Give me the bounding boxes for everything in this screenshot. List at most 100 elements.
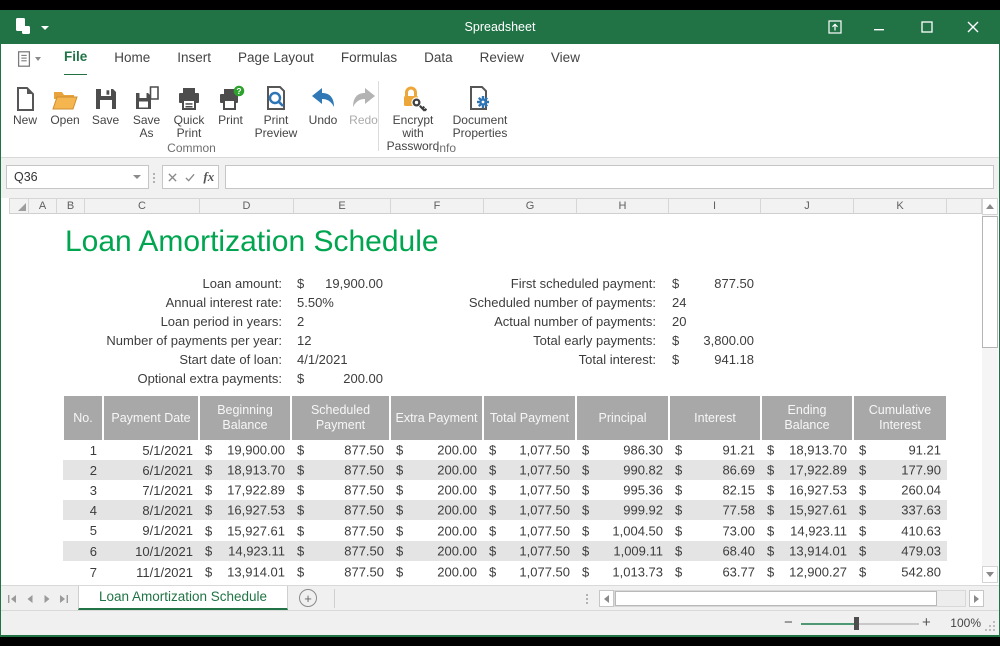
zoom-slider-thumb[interactable] xyxy=(854,617,859,630)
column-header-j[interactable]: J xyxy=(761,198,854,214)
tab-insert[interactable]: Insert xyxy=(177,44,211,75)
cell-beginning-balance[interactable]: $19,900.00 xyxy=(199,440,291,460)
maximize-button[interactable] xyxy=(907,10,947,44)
cell-payment-date[interactable]: 11/1/2021 xyxy=(103,561,199,583)
previous-sheet-button[interactable] xyxy=(21,586,38,611)
info-value-left-1[interactable]: 5.50% xyxy=(294,293,383,312)
formula-bar-splitter[interactable] xyxy=(153,173,155,183)
resize-grip[interactable] xyxy=(985,621,995,631)
cell-cumulative-interest[interactable]: $91.21 xyxy=(853,440,947,460)
cell-payment-date[interactable]: 10/1/2021 xyxy=(103,541,199,561)
new-button[interactable]: New xyxy=(5,79,45,140)
print-button[interactable]: ?Print xyxy=(211,79,250,140)
cell-payment-date[interactable]: 5/1/2021 xyxy=(103,440,199,460)
info-value-right-1[interactable]: 24 xyxy=(669,293,754,312)
undo-button[interactable]: Undo xyxy=(302,79,344,140)
info-label-left-0[interactable]: Loan amount: xyxy=(31,274,282,293)
info-value-left-5[interactable]: $200.00 xyxy=(294,369,383,388)
cell-principal[interactable]: $1,013.73 xyxy=(576,561,669,583)
cell-no[interactable]: 3 xyxy=(63,480,103,500)
horizontal-scroll-thumb[interactable] xyxy=(615,591,937,606)
cell-scheduled-payment[interactable]: $877.50 xyxy=(291,520,390,541)
cell-extra-payment[interactable]: $200.00 xyxy=(390,480,483,500)
cell-no[interactable]: 1 xyxy=(63,440,103,460)
cell-ending-balance[interactable]: $15,927.61 xyxy=(761,500,853,520)
cell-no[interactable]: 5 xyxy=(63,520,103,541)
info-label-right-3[interactable]: Total early payments: xyxy=(441,331,656,350)
info-value-right-4[interactable]: $941.18 xyxy=(669,350,754,369)
scroll-up-button[interactable] xyxy=(982,198,998,215)
info-value-left-4[interactable]: 4/1/2021 xyxy=(294,350,383,369)
tab-page-layout[interactable]: Page Layout xyxy=(238,44,314,75)
save-as-button[interactable]: Save As xyxy=(126,79,167,140)
cell-ending-balance[interactable]: $18,913.70 xyxy=(761,440,853,460)
tab-formulas[interactable]: Formulas xyxy=(341,44,397,75)
info-value-left-0[interactable]: $19,900.00 xyxy=(294,274,383,293)
cancel-entry-button[interactable] xyxy=(163,166,181,188)
cell-cumulative-interest[interactable]: $177.90 xyxy=(853,460,947,480)
cell-scheduled-payment[interactable]: $877.50 xyxy=(291,440,390,460)
horizontal-scrollbar[interactable] xyxy=(614,590,966,607)
column-header-partial[interactable] xyxy=(947,198,982,214)
tab-home[interactable]: Home xyxy=(114,44,150,75)
info-value-left-2[interactable]: 2 xyxy=(294,312,383,331)
info-label-right-0[interactable]: First scheduled payment: xyxy=(441,274,656,293)
cell-payment-date[interactable]: 8/1/2021 xyxy=(103,500,199,520)
cell-interest[interactable]: $68.40 xyxy=(669,541,761,561)
cell-extra-payment[interactable]: $200.00 xyxy=(390,520,483,541)
cell-scheduled-payment[interactable]: $877.50 xyxy=(291,500,390,520)
open-button[interactable]: Open xyxy=(45,79,85,140)
quick-access-menu-button[interactable] xyxy=(15,48,43,70)
cell-no[interactable]: 4 xyxy=(63,500,103,520)
cell-principal[interactable]: $986.30 xyxy=(576,440,669,460)
zoom-in-button[interactable]: + xyxy=(922,611,931,636)
cell-total-payment[interactable]: $1,077.50 xyxy=(483,500,576,520)
insert-function-button[interactable]: fx xyxy=(200,166,218,188)
chevron-down-icon[interactable] xyxy=(133,175,141,179)
print-preview-button[interactable]: Print Preview xyxy=(250,79,302,140)
cell-interest[interactable]: $73.00 xyxy=(669,520,761,541)
column-header-k[interactable]: K xyxy=(854,198,947,214)
info-value-right-3[interactable]: $3,800.00 xyxy=(669,331,754,350)
cell-ending-balance[interactable]: $14,923.11 xyxy=(761,520,853,541)
tab-data[interactable]: Data xyxy=(424,44,453,75)
cell-interest[interactable]: $63.77 xyxy=(669,561,761,583)
cell-scheduled-payment[interactable]: $877.50 xyxy=(291,460,390,480)
column-header-h[interactable]: H xyxy=(577,198,669,214)
cell-extra-payment[interactable]: $200.00 xyxy=(390,460,483,480)
info-label-right-4[interactable]: Total interest: xyxy=(441,350,656,369)
cell-scheduled-payment[interactable]: $877.50 xyxy=(291,480,390,500)
name-box[interactable]: Q36 xyxy=(6,165,149,189)
cell-cumulative-interest[interactable]: $542.80 xyxy=(853,561,947,583)
cell-total-payment[interactable]: $1,077.50 xyxy=(483,561,576,583)
cell-scheduled-payment[interactable]: $877.50 xyxy=(291,561,390,583)
select-all-corner[interactable] xyxy=(9,198,29,214)
info-value-right-0[interactable]: $877.50 xyxy=(669,274,754,293)
cell-no[interactable]: 6 xyxy=(63,541,103,561)
column-header-d[interactable]: D xyxy=(200,198,294,214)
save-button[interactable]: Save xyxy=(85,79,126,140)
cell-ending-balance[interactable]: $13,914.01 xyxy=(761,541,853,561)
tab-bar-splitter[interactable] xyxy=(586,594,588,604)
cell-extra-payment[interactable]: $200.00 xyxy=(390,440,483,460)
zoom-slider-track[interactable] xyxy=(801,623,919,625)
tab-file[interactable]: File xyxy=(64,43,87,77)
cell-extra-payment[interactable]: $200.00 xyxy=(390,541,483,561)
cell-beginning-balance[interactable]: $16,927.53 xyxy=(199,500,291,520)
info-label-right-1[interactable]: Scheduled number of payments: xyxy=(441,293,656,312)
cell-cumulative-interest[interactable]: $260.04 xyxy=(853,480,947,500)
minimize-button[interactable] xyxy=(859,10,899,44)
table-header-ending-balance[interactable]: Ending Balance xyxy=(762,396,852,440)
cell-principal[interactable]: $1,004.50 xyxy=(576,520,669,541)
cell-interest[interactable]: $91.21 xyxy=(669,440,761,460)
cell-total-payment[interactable]: $1,077.50 xyxy=(483,520,576,541)
zoom-out-button[interactable]: − xyxy=(784,611,793,636)
cell-total-payment[interactable]: $1,077.50 xyxy=(483,541,576,561)
formula-input[interactable] xyxy=(225,165,994,189)
cell-interest[interactable]: $86.69 xyxy=(669,460,761,480)
next-sheet-button[interactable] xyxy=(38,586,55,611)
cell-principal[interactable]: $995.36 xyxy=(576,480,669,500)
table-header-extra-payment[interactable]: Extra Payment xyxy=(391,396,482,440)
cell-beginning-balance[interactable]: $14,923.11 xyxy=(199,541,291,561)
sheet-tab-loan-amortization-schedule[interactable]: Loan Amortization Schedule xyxy=(78,586,288,610)
